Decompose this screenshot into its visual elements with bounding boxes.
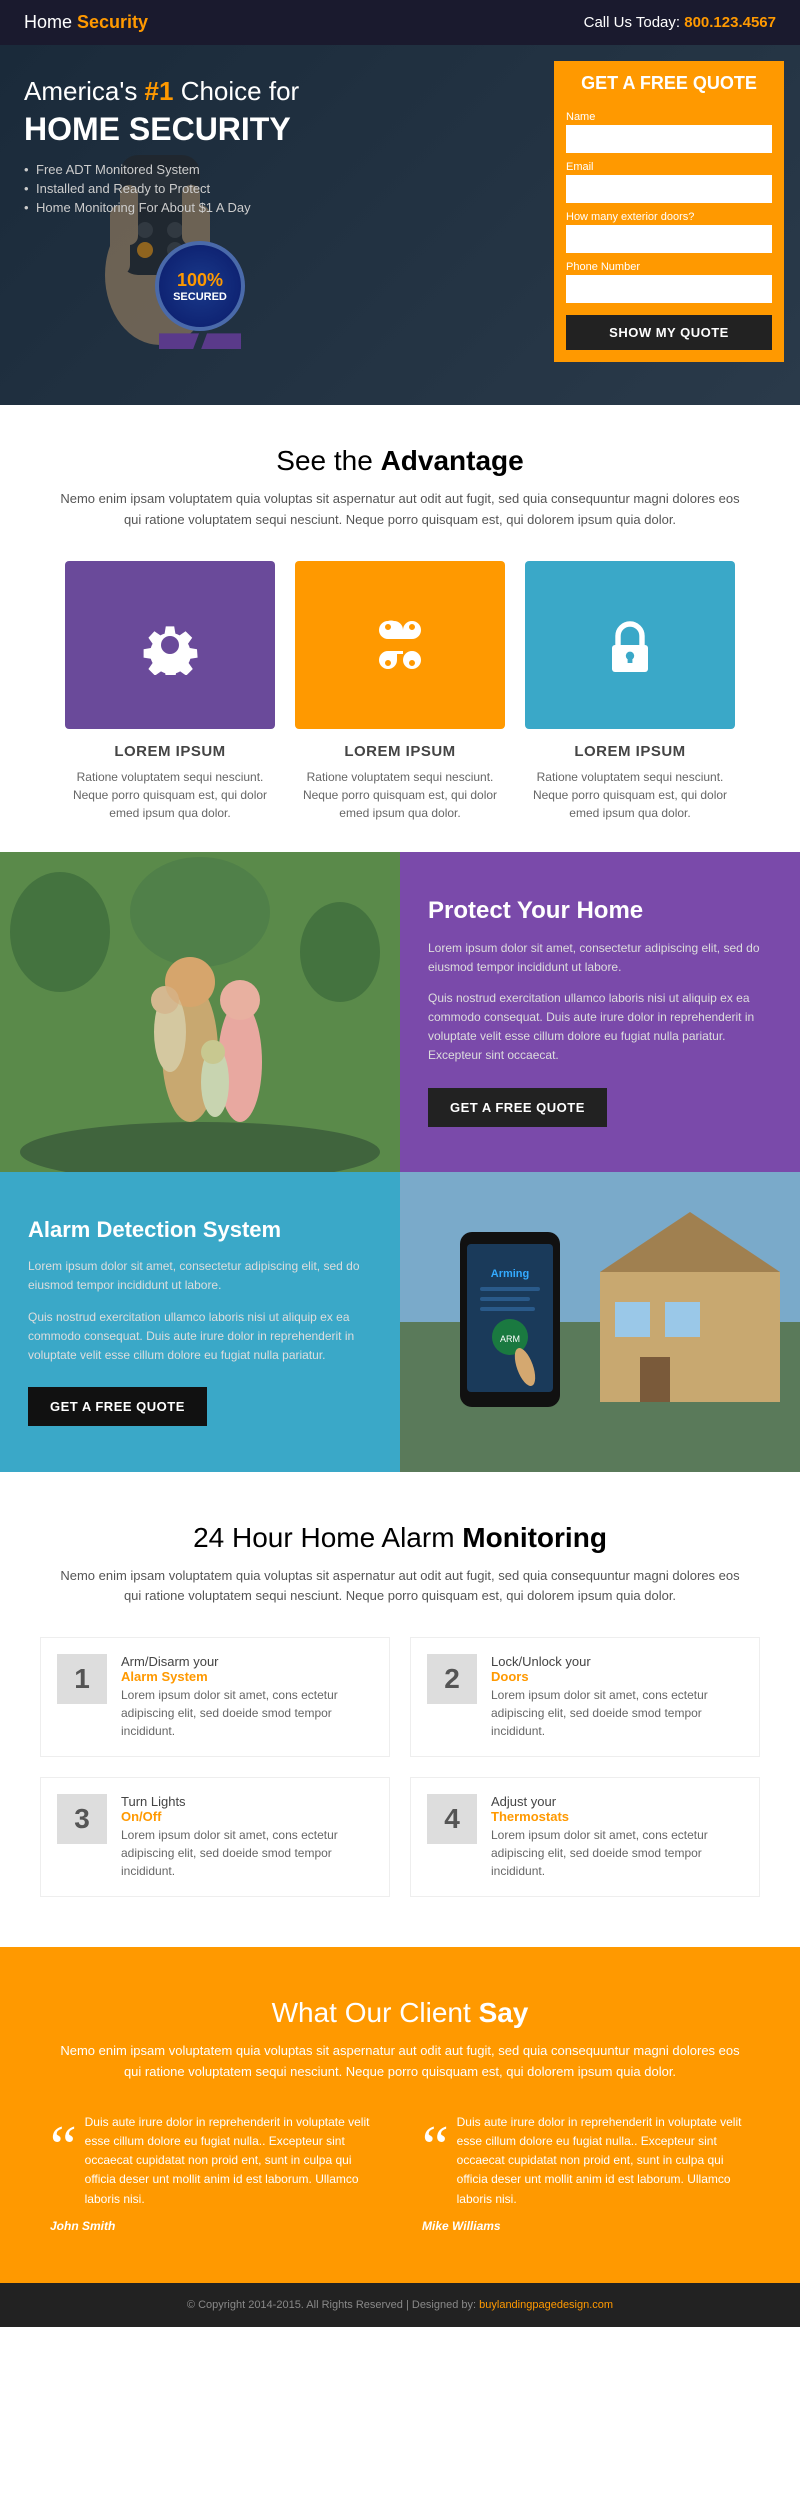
protect-title: Protect Your Home: [428, 897, 772, 925]
command-icon-box: [295, 561, 505, 729]
alarm-body2: Quis nostrud exercitation ullamco labori…: [28, 1308, 372, 1366]
monitoring-title: 24 Hour Home Alarm Monitoring: [30, 1522, 770, 1554]
testimonials-section: What Our Client Say Nemo enim ipsam volu…: [0, 1947, 800, 2283]
mon-desc-3: Lorem ipsum dolor sit amet, cons ectetur…: [121, 1826, 373, 1880]
doors-label: How many exterior doors?: [566, 211, 772, 223]
advantage-cards: LOREM IPSUM Ratione voluptatem sequi nes…: [24, 561, 776, 822]
lock-icon-box: [525, 561, 735, 729]
footer: © Copyright 2014-2015. All Rights Reserv…: [0, 2283, 800, 2327]
mon-num-3: 3: [57, 1794, 107, 1844]
monitoring-section: 24 Hour Home Alarm Monitoring Nemo enim …: [0, 1472, 800, 1948]
test-text-2: Duis aute irure dolor in reprehenderit i…: [457, 2113, 750, 2209]
mon-content-4: Adjust your Thermostats Lorem ipsum dolo…: [491, 1794, 743, 1880]
adv-card-3-desc: Ratione voluptatem sequi nesciunt. Neque…: [525, 768, 735, 822]
adv-card-2-desc: Ratione voluptatem sequi nesciunt. Neque…: [295, 768, 505, 822]
advantage-desc: Nemo enim ipsam voluptatem quia voluptas…: [60, 489, 740, 531]
footer-text: © Copyright 2014-2015. All Rights Reserv…: [24, 2299, 776, 2311]
protect-body2: Quis nostrud exercitation ullamco labori…: [428, 989, 772, 1066]
mon-content-3: Turn Lights On/Off Lorem ipsum dolor sit…: [121, 1794, 373, 1880]
protect-quote-button[interactable]: GET A FREE QUOTE: [428, 1088, 607, 1127]
email-label: Email: [566, 161, 772, 173]
mon-desc-4: Lorem ipsum dolor sit amet, cons ectetur…: [491, 1826, 743, 1880]
advantage-card-3: LOREM IPSUM Ratione voluptatem sequi nes…: [525, 561, 735, 822]
quote-mark-2: “: [422, 2123, 449, 2171]
bullet-3: Home Monitoring For About $1 A Day: [24, 200, 376, 215]
protect-text: Protect Your Home Lorem ipsum dolor sit …: [400, 852, 800, 1172]
quote-form-container: GET A FREE QUOTE Name Email How many ext…: [554, 61, 784, 362]
alarm-quote-button[interactable]: GET A FREE QUOTE: [28, 1387, 207, 1426]
mon-content-2: Lock/Unlock your Doors Lorem ipsum dolor…: [491, 1654, 743, 1740]
advantage-card-1: LOREM IPSUM Ratione voluptatem sequi nes…: [65, 561, 275, 822]
adv-card-1-desc: Ratione voluptatem sequi nesciunt. Neque…: [65, 768, 275, 822]
header: Home Security Call Us Today: 800.123.456…: [0, 0, 800, 45]
quote-form: GET A FREE QUOTE Name Email How many ext…: [554, 61, 784, 362]
monitoring-desc: Nemo enim ipsam voluptatem quia voluptas…: [60, 1566, 740, 1608]
bullet-1: Free ADT Monitored System: [24, 162, 376, 177]
mon-desc-1: Lorem ipsum dolor sit amet, cons ectetur…: [121, 1686, 373, 1740]
secured-badge: 100% SECURED: [24, 231, 376, 349]
test-text-1: Duis aute irure dolor in reprehenderit i…: [85, 2113, 378, 2209]
mon-desc-2: Lorem ipsum dolor sit amet, cons ectetur…: [491, 1686, 743, 1740]
advantage-card-2: LOREM IPSUM Ratione voluptatem sequi nes…: [295, 561, 505, 822]
name-label: Name: [566, 111, 772, 123]
protect-body1: Lorem ipsum dolor sit amet, consectetur …: [428, 939, 772, 977]
monitoring-item-1: 1 Arm/Disarm your Alarm System Lorem ips…: [40, 1637, 390, 1757]
email-input[interactable]: [566, 175, 772, 203]
testimonials-desc: Nemo enim ipsam voluptatem quia voluptas…: [60, 2041, 740, 2083]
adv-card-3-title: LOREM IPSUM: [525, 743, 735, 760]
gear-icon-box: [65, 561, 275, 729]
mon-num-2: 2: [427, 1654, 477, 1704]
advantage-title: See the Advantage: [24, 445, 776, 477]
svg-text:Arming: Arming: [491, 1268, 530, 1280]
adv-card-1-title: LOREM IPSUM: [65, 743, 275, 760]
monitoring-item-2: 2 Lock/Unlock your Doors Lorem ipsum dol…: [410, 1637, 760, 1757]
bullet-2: Installed and Ready to Protect: [24, 181, 376, 196]
hero-bullets: Free ADT Monitored System Installed and …: [24, 162, 376, 215]
testimonials-title: What Our Client Say: [30, 1997, 770, 2029]
quote-mark-1: “: [50, 2123, 77, 2171]
phone-input[interactable]: [566, 275, 772, 303]
hero-section: America's #1 Choice for HOME SECURITY Fr…: [0, 45, 800, 405]
phone-label: Phone Number: [566, 261, 772, 273]
footer-link[interactable]: buylandingpagedesign.com: [479, 2299, 613, 2311]
monitoring-item-3: 3 Turn Lights On/Off Lorem ipsum dolor s…: [40, 1777, 390, 1897]
testimonials-grid: “ Duis aute irure dolor in reprehenderit…: [40, 2113, 760, 2233]
adv-card-2-title: LOREM IPSUM: [295, 743, 505, 760]
alarm-title: Alarm Detection System: [28, 1217, 372, 1243]
monitoring-item-4: 4 Adjust your Thermostats Lorem ipsum do…: [410, 1777, 760, 1897]
header-phone: Call Us Today: 800.123.4567: [584, 14, 776, 31]
mon-title-3: Turn Lights On/Off: [121, 1794, 373, 1824]
test-name-2: Mike Williams: [422, 2219, 750, 2233]
mon-content-1: Arm/Disarm your Alarm System Lorem ipsum…: [121, 1654, 373, 1740]
mon-title-4: Adjust your Thermostats: [491, 1794, 743, 1824]
protect-section: Protect Your Home Lorem ipsum dolor sit …: [0, 852, 800, 1172]
hero-headline: America's #1 Choice for HOME SECURITY: [24, 75, 376, 150]
protect-family-image: [0, 852, 400, 1172]
mon-title-2: Lock/Unlock your Doors: [491, 1654, 743, 1684]
gear-icon: [140, 615, 200, 675]
command-icon: [370, 615, 430, 675]
quote-form-title: GET A FREE QUOTE: [570, 73, 768, 95]
logo: Home Security: [24, 12, 148, 33]
testimonial-2: “ Duis aute irure dolor in reprehenderit…: [412, 2113, 760, 2233]
svg-text:ARM: ARM: [500, 1334, 520, 1344]
show-quote-button[interactable]: SHOW MY QUOTE: [566, 315, 772, 350]
alarm-text: Alarm Detection System Lorem ipsum dolor…: [0, 1172, 400, 1472]
mon-num-1: 1: [57, 1654, 107, 1704]
hero-content: America's #1 Choice for HOME SECURITY Fr…: [0, 45, 400, 405]
name-input[interactable]: [566, 125, 772, 153]
advantage-section: See the Advantage Nemo enim ipsam volupt…: [0, 405, 800, 852]
alarm-section: Alarm Detection System Lorem ipsum dolor…: [0, 1172, 800, 1472]
mon-num-4: 4: [427, 1794, 477, 1844]
alarm-image: Arming ARM: [400, 1172, 800, 1472]
alarm-body1: Lorem ipsum dolor sit amet, consectetur …: [28, 1257, 372, 1295]
doors-input[interactable]: [566, 225, 772, 253]
lock-icon: [600, 615, 660, 675]
mon-title-1: Arm/Disarm your Alarm System: [121, 1654, 373, 1684]
monitoring-grid: 1 Arm/Disarm your Alarm System Lorem ips…: [40, 1637, 760, 1897]
test-name-1: John Smith: [50, 2219, 378, 2233]
testimonial-1: “ Duis aute irure dolor in reprehenderit…: [40, 2113, 388, 2233]
